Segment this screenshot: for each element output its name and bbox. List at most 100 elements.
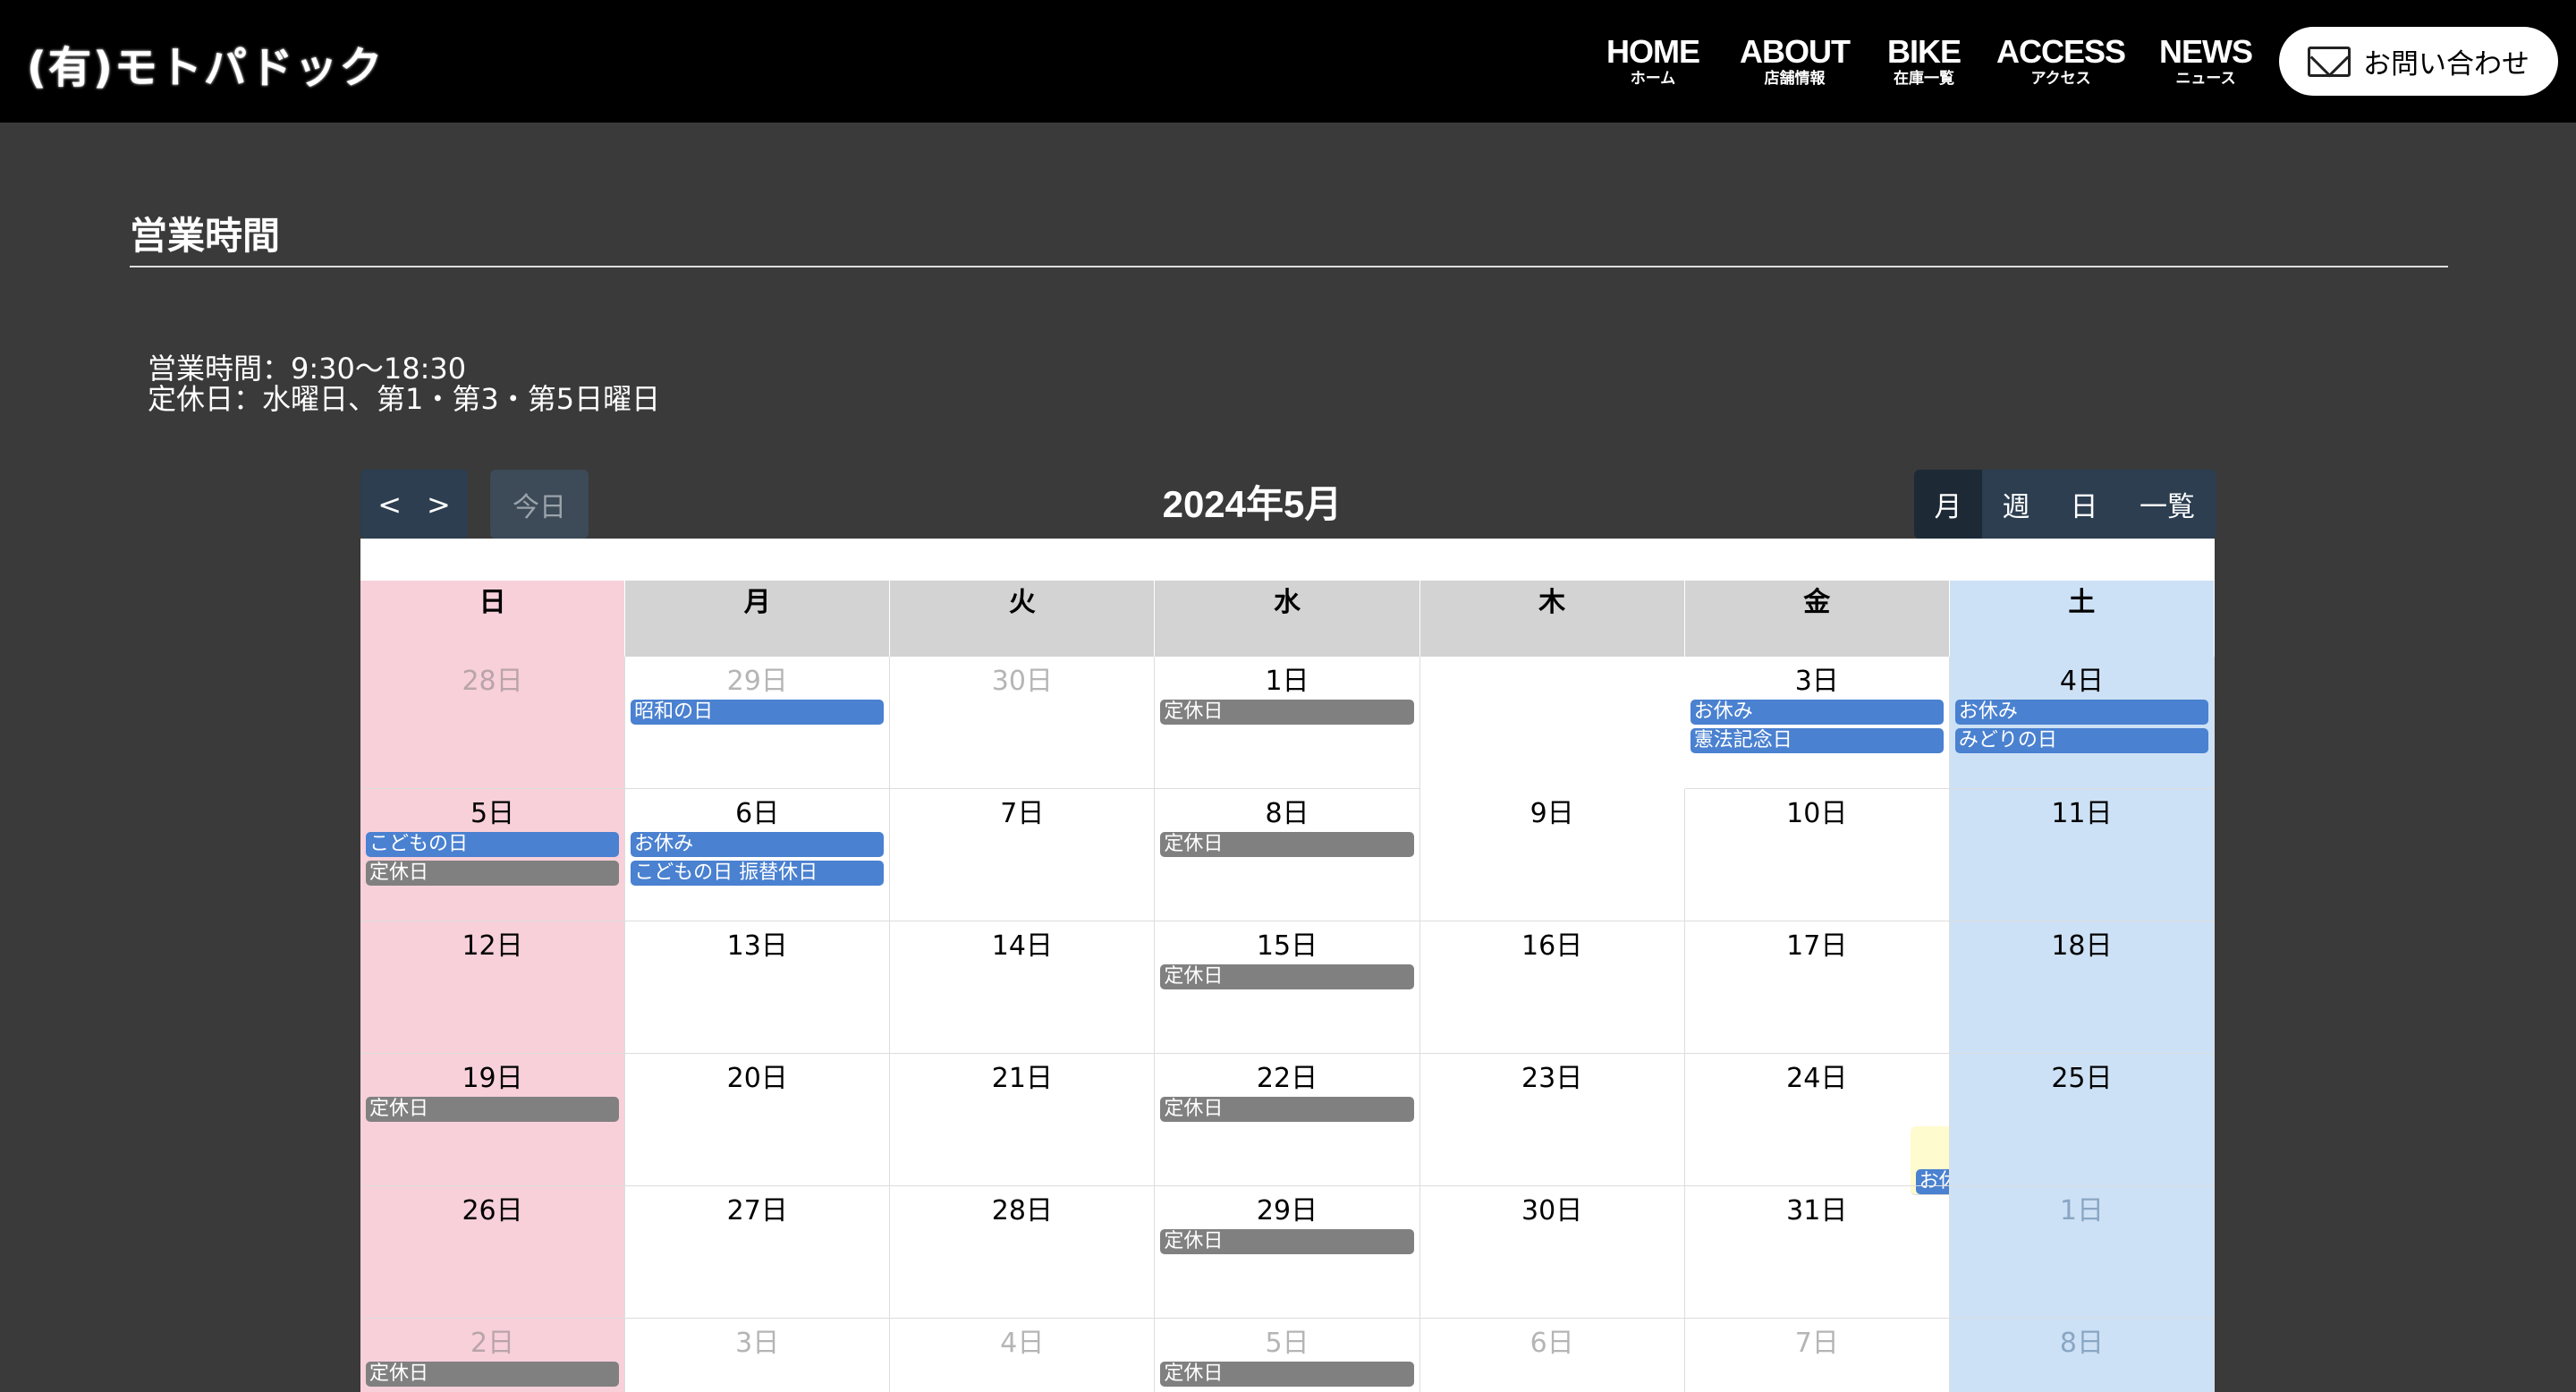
day-cell[interactable]: 18日: [1949, 921, 2215, 1054]
day-cell[interactable]: 16日: [1419, 921, 1685, 1054]
day-cell[interactable]: 2日 定休日: [360, 1319, 626, 1392]
day-number[interactable]: 30日: [890, 664, 1154, 700]
nav-home[interactable]: HOME ホーム: [1606, 34, 1700, 89]
view-month-button[interactable]: 月: [1914, 470, 1982, 539]
calendar-event[interactable]: 定休日: [366, 1362, 620, 1387]
day-number[interactable]: 4日: [890, 1326, 1154, 1362]
day-cell[interactable]: 27日: [625, 1186, 891, 1319]
calendar-event[interactable]: こどもの日 振替休日: [631, 861, 885, 886]
day-cell[interactable]: 5日 こどもの日 定休日: [360, 789, 626, 921]
calendar-event[interactable]: 昭和の日: [631, 700, 885, 725]
day-number[interactable]: 22日: [1155, 1061, 1419, 1097]
day-cell[interactable]: 7日: [1685, 1319, 1950, 1392]
day-cell[interactable]: 1日 定休日: [1155, 657, 1420, 789]
day-cell[interactable]: 26日: [360, 1186, 626, 1319]
calendar-event[interactable]: 定休日: [366, 1097, 620, 1122]
calendar-event[interactable]: 定休日: [1160, 832, 1414, 857]
day-number[interactable]: 21日: [890, 1061, 1154, 1097]
day-number[interactable]: 24日: [1685, 1061, 1949, 1097]
nav-access[interactable]: ACCESS アクセス: [1996, 34, 2126, 89]
nav-news[interactable]: NEWS ニュース: [2159, 34, 2253, 89]
day-number[interactable]: 15日: [1155, 929, 1419, 964]
day-number[interactable]: 11日: [1950, 796, 2214, 832]
day-cell[interactable]: 19日 定休日: [360, 1054, 626, 1186]
day-number[interactable]: 19日: [360, 1061, 624, 1097]
day-number[interactable]: 5日: [1155, 1326, 1419, 1362]
day-cell[interactable]: 30日: [1419, 1186, 1685, 1319]
day-cell[interactable]: 20日: [625, 1054, 891, 1186]
calendar-event[interactable]: 定休日: [366, 861, 620, 886]
day-cell[interactable]: 6日 お休み こどもの日 振替休日: [625, 789, 891, 921]
day-cell[interactable]: 22日 定休日: [1155, 1054, 1420, 1186]
day-cell[interactable]: 15日 定休日: [1155, 921, 1420, 1054]
day-cell[interactable]: 31日: [1684, 1186, 1950, 1319]
contact-button[interactable]: お問い合わせ: [2279, 27, 2558, 96]
day-number[interactable]: 7日: [890, 796, 1154, 832]
day-cell[interactable]: 8日 定休日: [1155, 789, 1420, 921]
calendar-event[interactable]: 定休日: [1160, 1097, 1414, 1122]
day-number[interactable]: 13日: [625, 929, 889, 964]
day-cell[interactable]: 11日: [1949, 789, 2215, 921]
day-cell[interactable]: 13日: [625, 921, 891, 1054]
day-cell[interactable]: 5日 定休日: [1155, 1319, 1420, 1392]
day-number[interactable]: 2日: [360, 1326, 624, 1362]
calendar-event[interactable]: 定休日: [1160, 1229, 1414, 1254]
calendar-event[interactable]: 定休日: [1160, 964, 1414, 989]
prev-month-button[interactable]: <: [377, 488, 402, 522]
day-cell[interactable]: 9日: [1419, 789, 1685, 921]
day-number[interactable]: 12日: [360, 929, 624, 964]
day-cell[interactable]: 4日: [890, 1319, 1156, 1392]
day-cell[interactable]: 21日: [890, 1054, 1156, 1186]
day-cell[interactable]: 17日: [1684, 921, 1950, 1054]
view-week-button[interactable]: 週: [1982, 470, 2050, 539]
day-number[interactable]: 30日: [1420, 1193, 1684, 1229]
day-number[interactable]: 1日: [1155, 664, 1419, 700]
day-cell[interactable]: 8日: [1949, 1319, 2215, 1392]
day-number[interactable]: 1日: [1950, 1193, 2214, 1229]
day-cell[interactable]: 30日: [890, 657, 1156, 789]
next-month-button[interactable]: >: [427, 488, 451, 522]
day-number[interactable]: 27日: [625, 1193, 889, 1229]
day-cell[interactable]: 29日 昭和の日: [625, 657, 891, 789]
day-number[interactable]: 20日: [625, 1061, 889, 1097]
day-number[interactable]: 9日: [1420, 796, 1684, 832]
day-cell[interactable]: 25日: [1949, 1054, 2215, 1186]
calendar-event[interactable]: お休み: [1954, 700, 2208, 725]
day-number[interactable]: 29日: [1155, 1193, 1419, 1229]
day-cell[interactable]: 3日 お休み 憲法記念日: [1684, 657, 1950, 789]
calendar-event[interactable]: こどもの日: [366, 832, 620, 857]
day-number[interactable]: 25日: [1950, 1061, 2214, 1097]
day-cell[interactable]: 7日: [890, 789, 1156, 921]
day-cell[interactable]: 6日: [1420, 1319, 1685, 1392]
day-number[interactable]: 6日: [1420, 1326, 1684, 1362]
calendar-event[interactable]: 定休日: [1160, 700, 1414, 725]
day-number[interactable]: 28日: [360, 664, 624, 700]
day-cell[interactable]: 23日: [1419, 1054, 1685, 1186]
day-number[interactable]: 26日: [360, 1193, 624, 1229]
day-cell[interactable]: 14日: [890, 921, 1156, 1054]
day-number[interactable]: 7日: [1685, 1326, 1949, 1362]
view-list-button[interactable]: 一覧: [2118, 470, 2216, 539]
day-cell[interactable]: 4日 お休みみどりの日: [1949, 657, 2215, 789]
day-number[interactable]: 14日: [890, 929, 1154, 964]
view-day-button[interactable]: 日: [2050, 470, 2118, 539]
day-number[interactable]: 23日: [1420, 1061, 1684, 1097]
day-cell[interactable]: 28日: [890, 1186, 1156, 1319]
calendar-event[interactable]: みどりの日: [1954, 728, 2208, 753]
day-number[interactable]: 4日: [1950, 664, 2214, 700]
calendar-event[interactable]: 憲法記念日: [1690, 728, 1944, 753]
site-logo[interactable]: (有)モトパドック: [27, 32, 384, 95]
day-cell[interactable]: 10日: [1684, 789, 1950, 921]
day-number[interactable]: 10日: [1685, 796, 1949, 832]
day-number[interactable]: 18日: [1950, 929, 2214, 964]
day-number[interactable]: 29日: [625, 664, 889, 700]
day-number[interactable]: 31日: [1685, 1193, 1949, 1229]
day-number[interactable]: 8日: [1950, 1326, 2214, 1362]
day-number[interactable]: 8日: [1155, 796, 1419, 832]
day-number[interactable]: 3日: [1685, 664, 1949, 700]
day-cell[interactable]: 3日: [625, 1319, 891, 1392]
day-cell[interactable]: 24日: [1684, 1054, 1950, 1186]
day-number[interactable]: 6日: [625, 796, 889, 832]
day-cell[interactable]: 1日: [1949, 1186, 2215, 1319]
calendar-event[interactable]: 定休日: [1160, 1362, 1414, 1387]
